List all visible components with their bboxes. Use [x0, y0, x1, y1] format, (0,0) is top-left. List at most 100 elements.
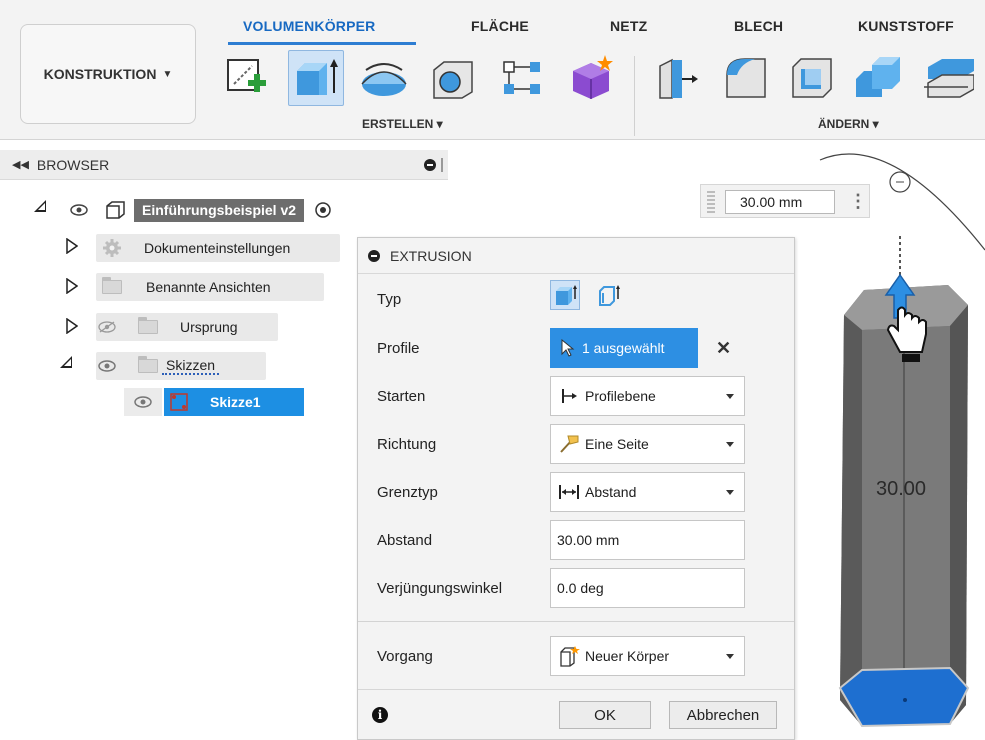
richtung-select[interactable]: Eine Seite [550, 424, 745, 464]
distance-icon [557, 480, 581, 504]
create-sketch-icon[interactable] [218, 50, 274, 106]
tab-blech[interactable]: BLECH [734, 18, 783, 34]
tab-volumenkoerper[interactable]: VOLUMENKÖRPER [243, 18, 376, 34]
chevron-down-icon: ▼ [162, 68, 173, 80]
label-richtung: Richtung [377, 436, 437, 453]
visibility-eye-icon[interactable] [98, 360, 116, 372]
chevron-down-icon [726, 394, 734, 399]
viewport-dimension-label: 30.00 [876, 478, 926, 500]
label-starten: Starten [377, 388, 426, 405]
viewport-extruded-prism[interactable]: 30.00 [800, 140, 985, 740]
grenztyp-select[interactable]: Abstand [550, 472, 745, 512]
active-tab-underline [228, 42, 416, 45]
tree-item-label: Skizzen [162, 357, 220, 375]
expand-toggle-root[interactable] [34, 200, 46, 212]
combine-icon[interactable] [850, 50, 906, 106]
type-thin-icon[interactable] [594, 280, 624, 310]
folder-icon [138, 317, 158, 334]
group-erstellen[interactable]: ERSTELLEN ▾ [362, 117, 443, 131]
activate-radio-icon[interactable] [314, 201, 332, 219]
richtung-value: Eine Seite [585, 436, 649, 452]
selected-profile[interactable] [838, 666, 970, 728]
label-profile: Profile [377, 340, 420, 357]
tree-item-label: Ursprung [180, 319, 238, 335]
dialog-header[interactable]: EXTRUSION [358, 238, 794, 274]
root-label: Einführungsbeispiel v2 [134, 198, 305, 222]
group-divider [634, 56, 635, 136]
tree-root[interactable]: Einführungsbeispiel v2 [70, 196, 332, 224]
tree-item-label: Skizze1 [210, 394, 261, 410]
label-typ: Typ [377, 291, 402, 308]
revolve-icon[interactable] [356, 50, 412, 106]
dialog-title: EXTRUSION [390, 247, 472, 264]
workspace-label: KONSTRUKTION [43, 66, 157, 82]
abstand-input[interactable]: 30.00 mm [550, 520, 745, 560]
expand-toggle-benannte-ansichten[interactable] [66, 278, 78, 294]
expand-toggle-dokumenteinstellungen[interactable] [66, 238, 78, 254]
tab-flaeche[interactable]: FLÄCHE [471, 18, 529, 34]
tree-item-skizze1[interactable]: Skizze1 [124, 388, 304, 416]
offset-face-icon[interactable] [918, 50, 974, 106]
tab-netz[interactable]: NETZ [610, 18, 647, 34]
prism-left-face [840, 315, 862, 726]
type-solid-icon[interactable] [550, 280, 580, 310]
tree-item-dokumenteinstellungen[interactable]: Dokumenteinstellungen [96, 234, 340, 262]
folder-icon [102, 277, 122, 294]
vorgang-select[interactable]: Neuer Körper [550, 636, 745, 676]
expand-toggle-ursprung[interactable] [66, 318, 78, 334]
extrude-icon[interactable] [288, 50, 344, 106]
tree-item-skizzen[interactable]: Skizzen [96, 352, 266, 380]
expand-toggle-skizzen[interactable] [60, 356, 72, 368]
tree-item-benannte-ansichten[interactable]: Benannte Ansichten [96, 273, 324, 301]
visibility-eye-icon[interactable] [70, 204, 88, 216]
collapse-dialog-icon[interactable] [368, 249, 380, 262]
one-side-icon [557, 432, 581, 456]
chevron-down-icon [726, 442, 734, 447]
panel-resize-grip[interactable] [441, 158, 443, 172]
info-icon[interactable]: i [372, 707, 388, 723]
workspace-selector[interactable]: KONSTRUKTION ▼ [20, 24, 196, 124]
drag-handle[interactable] [707, 191, 715, 213]
collapse-panel-icon[interactable]: ◀◀ [12, 158, 29, 171]
vorgang-value: Neuer Körper [585, 648, 670, 664]
clear-selection-icon[interactable]: ✕ [716, 338, 731, 359]
browser-title: BROWSER [36, 156, 110, 173]
sketch-icon [170, 393, 188, 411]
folder-icon [138, 356, 158, 373]
tree-item-label: Dokumenteinstellungen [144, 240, 291, 256]
starten-value: Profilebene [585, 388, 656, 404]
ok-button[interactable]: OK [559, 701, 651, 729]
tree-item-ursprung[interactable]: Ursprung [96, 313, 278, 341]
pattern-icon[interactable] [494, 50, 550, 106]
cancel-button[interactable]: Abbrechen [669, 701, 777, 729]
browser-header[interactable]: ◀◀ BROWSER [0, 150, 448, 180]
label-winkel: Verjüngungswinkel [377, 580, 503, 597]
selected-item-highlight: Skizze1 [164, 388, 304, 416]
tab-kunststoff[interactable]: KUNSTSTOFF [858, 18, 954, 34]
component-icon [106, 201, 125, 219]
hole-icon[interactable] [424, 50, 480, 106]
label-vorgang: Vorgang [377, 648, 433, 665]
create-form-icon[interactable] [562, 50, 618, 106]
press-pull-icon[interactable] [648, 50, 704, 106]
profile-plane-icon [557, 384, 581, 408]
chevron-down-icon [726, 654, 734, 659]
winkel-input[interactable]: 0.0 deg [550, 568, 745, 608]
fillet-icon[interactable] [718, 50, 774, 106]
profile-selection-button[interactable]: 1 ausgewählt [550, 328, 698, 368]
group-erstellen-label: ERSTELLEN [362, 117, 434, 131]
group-aendern[interactable]: ÄNDERN ▾ [818, 117, 879, 131]
starten-select[interactable]: Profilebene [550, 376, 745, 416]
label-grenztyp: Grenztyp [377, 484, 438, 501]
cursor-arrow-icon [561, 339, 575, 357]
chevron-down-icon [726, 490, 734, 495]
panel-minimize-icon[interactable] [424, 159, 436, 171]
angle-manipulator-handle[interactable] [889, 171, 911, 193]
new-body-icon [557, 644, 581, 668]
toolbar: KONSTRUKTION ▼ VOLUMENKÖRPER FLÄCHE NETZ… [0, 0, 985, 140]
visibility-hidden-icon[interactable] [98, 321, 116, 333]
shell-icon[interactable] [784, 50, 840, 106]
visibility-toggle[interactable] [124, 388, 162, 416]
visibility-eye-icon [134, 396, 152, 408]
grenztyp-value: Abstand [585, 484, 637, 500]
